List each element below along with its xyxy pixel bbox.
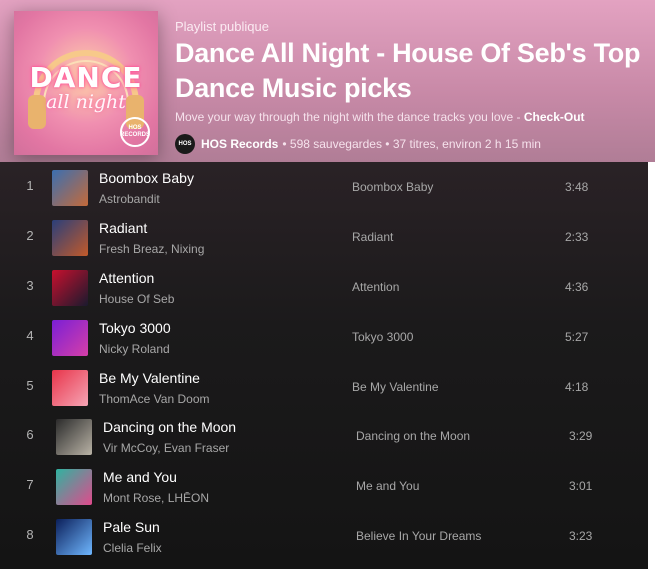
track-album[interactable]: Boombox Baby [352,180,433,194]
track-number: 5 [26,378,34,393]
track-title[interactable]: Boombox Baby [99,170,194,186]
playlist-description: Move your way through the night with the… [175,110,585,124]
description-link[interactable]: Check-Out [524,110,585,124]
track-title[interactable]: Dancing on the Moon [103,419,236,435]
track-album[interactable]: Me and You [356,479,419,493]
track-number: 1 [26,178,34,193]
track-row[interactable]: 7 Me and You Mont Rose, LHĒON Me and You 3:0… [0,461,648,511]
scrollbar-track[interactable] [648,162,655,569]
track-duration: 5:27 [565,330,589,344]
track-row[interactable]: 4 Tokyo 3000 Nicky Roland Tokyo 3000 5:27 [0,312,648,362]
track-cover-image[interactable] [52,370,88,406]
track-cover-image[interactable] [52,320,88,356]
track-title[interactable]: Pale Sun [103,519,160,535]
track-duration: 4:36 [565,280,589,294]
track-artist[interactable]: ThomAce Van Doom [99,392,210,406]
cover-subtitle-text: all night [46,91,126,113]
playlist-cover-image[interactable]: DANCE all night HOS RECORDS [14,11,158,155]
playlist-type-label: Playlist publique [175,19,269,34]
track-number: 6 [26,427,34,442]
track-row[interactable]: 2 Radiant Fresh Breaz, Nixing Radiant 2:33 [0,212,648,262]
playlist-stats: • 598 sauvegardes • 37 titres, environ 2… [282,137,541,151]
track-number: 4 [26,328,34,343]
track-row[interactable]: 5 Be My Valentine ThomAce Van Doom Be My Va… [0,362,648,412]
track-duration: 3:23 [569,529,593,543]
track-cover-image[interactable] [52,220,88,256]
track-cover-image[interactable] [52,170,88,206]
track-title[interactable]: Be My Valentine [99,370,200,386]
track-album[interactable]: Believe In Your Dreams [356,529,481,543]
description-text: Move your way through the night with the… [175,110,524,124]
track-cover-image[interactable] [56,519,92,555]
owner-name-link[interactable]: HOS Records [201,137,278,151]
track-duration: 3:29 [569,429,593,443]
track-cover-image[interactable] [56,419,92,455]
track-duration: 4:18 [565,380,589,394]
track-album[interactable]: Attention [352,280,399,294]
track-artist[interactable]: Astrobandit [99,192,160,206]
track-row[interactable]: 8 Pale Sun Clelia Felix Believe In Your Dre… [0,511,648,561]
playlist-header: DANCE all night HOS RECORDS Playlist pub… [0,0,655,162]
track-album[interactable]: Dancing on the Moon [356,429,470,443]
track-number: 8 [26,527,34,542]
track-duration: 3:48 [565,180,589,194]
track-title[interactable]: Attention [99,270,154,286]
track-row[interactable]: 3 Attention House Of Seb Attention 4:36 [0,262,648,312]
cover-title-text: DANCE [29,61,143,94]
cover-logo-badge: HOS RECORDS [120,117,150,147]
track-title[interactable]: Tokyo 3000 [99,320,171,336]
track-artist[interactable]: Clelia Felix [103,541,162,555]
track-artist[interactable]: Mont Rose, LHĒON [103,491,209,505]
track-artist[interactable]: Vir McCoy, Evan Fraser [103,441,229,455]
track-album[interactable]: Tokyo 3000 [352,330,413,344]
track-cover-image[interactable] [52,270,88,306]
track-artist[interactable]: Nicky Roland [99,342,170,356]
track-duration: 3:01 [569,479,593,493]
track-artist[interactable]: House Of Seb [99,292,174,306]
track-title[interactable]: Me and You [103,469,177,485]
track-number: 3 [26,278,34,293]
track-artist[interactable]: Fresh Breaz, Nixing [99,242,204,256]
track-row[interactable]: 1 Boombox Baby Astrobandit Boombox Baby 3:48 [0,162,648,212]
track-album[interactable]: Be My Valentine [352,380,439,394]
track-duration: 2:33 [565,230,589,244]
track-number: 2 [26,228,34,243]
playlist-title: Dance All Night - House Of Seb's Top Dan… [175,38,641,103]
track-album[interactable]: Radiant [352,230,393,244]
track-title[interactable]: Radiant [99,220,147,236]
track-number: 7 [26,477,34,492]
track-cover-image[interactable] [56,469,92,505]
tracklist: 1 Boombox Baby Astrobandit Boombox Baby 3:48… [0,162,648,569]
track-row[interactable]: 6 Dancing on the Moon Vir McCoy, Evan Fras… [0,411,648,461]
owner-avatar[interactable]: HOS [175,134,195,154]
playlist-meta: HOS HOS Records • 598 sauvegardes • 37 t… [175,134,541,154]
